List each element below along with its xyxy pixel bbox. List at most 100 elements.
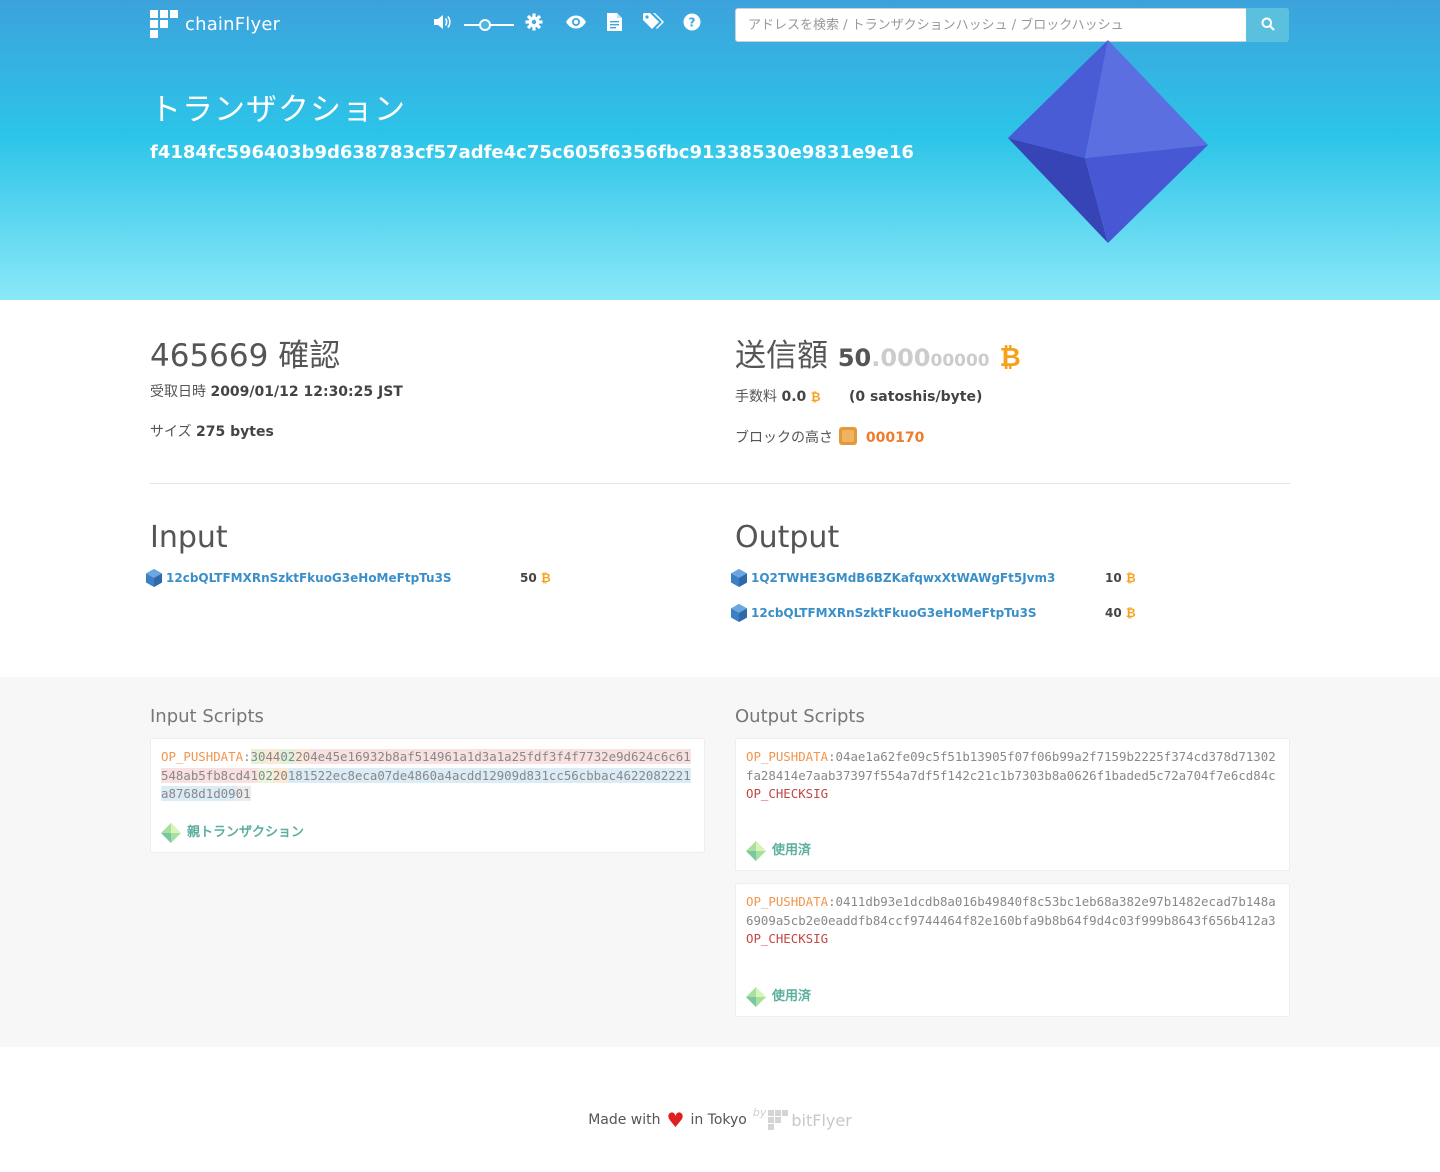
output-script-text: OP_PUSHDATA:0411db93e1dcdb8a016b49840f8c… bbox=[746, 894, 1276, 928]
top-navbar: chainFlyer ? bbox=[0, 0, 1440, 50]
parent-transaction-link[interactable]: 親トランザクション bbox=[161, 823, 304, 843]
input-title: Input bbox=[150, 520, 228, 555]
spent-link[interactable]: 使用済 bbox=[746, 841, 811, 861]
script-part: 20 bbox=[295, 749, 311, 764]
output-value: 10 ₿ bbox=[1105, 571, 1136, 585]
output-title: Output bbox=[735, 520, 840, 555]
spent-link[interactable]: 使用済 bbox=[746, 987, 811, 1007]
footer: Made with ♥ in Tokyo by bitFlyer bbox=[0, 1105, 1440, 1135]
input-script-card: OP_PUSHDATA:304402204e45e16932b8af514961… bbox=[150, 738, 705, 853]
op-checksig: OP_CHECKSIG bbox=[746, 786, 829, 801]
output-value-amount: 40 bbox=[1105, 606, 1122, 620]
bitcoin-icon: ₿ bbox=[1125, 606, 1136, 620]
received-time-row: 受取日時 2009/01/12 12:30:25 JST bbox=[150, 382, 710, 402]
output-value: 40 ₿ bbox=[1105, 606, 1136, 620]
confirmations-count: 465669 bbox=[150, 338, 269, 374]
svg-text:?: ? bbox=[689, 16, 696, 30]
document-icon[interactable] bbox=[604, 13, 624, 37]
transaction-hash: f4184fc596403b9d638783cf57adfe4c75c605f6… bbox=[150, 142, 914, 163]
script-part: 02 bbox=[257, 767, 273, 783]
bitcoin-icon: ₿ bbox=[540, 571, 551, 585]
op-pushdata: OP_PUSHDATA bbox=[161, 749, 244, 764]
amount-label: 送信額 bbox=[735, 338, 828, 374]
chainflyer-logo-icon bbox=[150, 10, 178, 38]
address-hex-icon bbox=[731, 604, 747, 622]
bitflyer-brand: bitFlyer bbox=[791, 1110, 852, 1130]
spent-label: 使用済 bbox=[772, 988, 812, 1004]
output-script-text: OP_PUSHDATA:04ae1a62fe09c5f51b13905f07f0… bbox=[746, 749, 1276, 783]
script-part: 44 bbox=[265, 749, 281, 764]
amount-decimal-primary: .000 bbox=[871, 344, 931, 372]
output-row: 12cbQLTFMXRnSzktFkuoG3eHoMeFtpTu3S bbox=[731, 603, 1037, 623]
fee-label: 手数料 bbox=[735, 389, 777, 405]
amount-decimal-secondary: 00000 bbox=[930, 351, 990, 371]
size-value: 275 bytes bbox=[196, 424, 274, 440]
logo[interactable]: chainFlyer bbox=[150, 10, 280, 38]
eye-icon[interactable] bbox=[564, 13, 588, 37]
amount-heading: 送信額 50.00000000 ₿ bbox=[735, 330, 1290, 387]
amount-integer: 50 bbox=[837, 344, 872, 372]
block-height-link[interactable]: 000170 bbox=[866, 430, 924, 446]
page-title: トランザクション bbox=[150, 92, 406, 128]
block-height-label: ブロックの高さ bbox=[735, 430, 833, 446]
gem-icon bbox=[746, 987, 766, 1007]
help-icon[interactable]: ? bbox=[682, 13, 702, 37]
bitcoin-icon: ₿ bbox=[810, 390, 821, 404]
size-label: サイズ bbox=[150, 424, 192, 440]
script-part: 02 bbox=[280, 749, 296, 764]
output-scripts-title: Output Scripts bbox=[735, 706, 865, 727]
gem-icon bbox=[746, 841, 766, 861]
scripts-section: Input Scripts Output Scripts OP_PUSHDATA… bbox=[0, 677, 1440, 1047]
block-icon bbox=[839, 427, 858, 445]
bitflyer-logo-icon bbox=[768, 1110, 789, 1130]
input-value-amount: 50 bbox=[520, 571, 537, 585]
bitcoin-icon: ₿ bbox=[1125, 571, 1136, 585]
block-height-row: ブロックの高さ 000170 bbox=[735, 427, 1290, 447]
bitflyer-logo[interactable]: by bitFlyer bbox=[753, 1106, 852, 1130]
output-value-amount: 10 bbox=[1105, 571, 1122, 585]
output-script-card: OP_PUSHDATA:04ae1a62fe09c5f51b13905f07f0… bbox=[735, 738, 1290, 871]
output-script-card: OP_PUSHDATA:0411db93e1dcdb8a016b49840f8c… bbox=[735, 883, 1290, 1017]
search-button[interactable] bbox=[1246, 8, 1289, 42]
fee-value: 0.0 bbox=[781, 389, 807, 405]
confirmations-heading: 465669 確認 bbox=[150, 330, 710, 382]
address-hex-icon bbox=[731, 569, 747, 587]
in-tokyo-text: in Tokyo bbox=[690, 1112, 747, 1128]
hero-banner: chainFlyer ? アドレスを検索 / トランザクションハッシュ / ブロ… bbox=[0, 0, 1440, 300]
volume-slider[interactable] bbox=[464, 13, 514, 37]
by-text: by bbox=[752, 1105, 767, 1119]
input-address-link[interactable]: 12cbQLTFMXRnSzktFkuoG3eHoMeFtpTu3S bbox=[166, 571, 452, 585]
fee-row: 手数料 0.0 ₿ (0 satoshis/byte) bbox=[735, 387, 1290, 407]
op-pushdata: OP_PUSHDATA bbox=[746, 749, 829, 764]
summary-left: 465669 確認 受取日時 2009/01/12 12:30:25 JST サ… bbox=[150, 330, 710, 442]
output-row: 1Q2TWHE3GMdB6BZKafqwxXtWAWgFt5Jvm3 bbox=[731, 568, 1055, 588]
toolbar: ? bbox=[430, 13, 702, 37]
octahedron-illustration bbox=[1008, 40, 1208, 243]
fee-rate: (0 satoshis/byte) bbox=[848, 389, 983, 405]
address-hex-icon bbox=[146, 569, 162, 587]
confirmations-label: 確認 bbox=[278, 338, 341, 374]
op-pushdata: OP_PUSHDATA bbox=[746, 894, 829, 909]
spent-label: 使用済 bbox=[772, 842, 812, 858]
input-scripts-title: Input Scripts bbox=[150, 706, 264, 727]
received-label: 受取日時 bbox=[150, 384, 206, 400]
heart-icon: ♥ bbox=[666, 1108, 685, 1132]
search-input[interactable] bbox=[735, 8, 1246, 42]
app-name: chainFlyer bbox=[185, 13, 281, 35]
size-row: サイズ 275 bytes bbox=[150, 422, 710, 442]
search-bar bbox=[735, 8, 1289, 42]
gear-icon[interactable] bbox=[524, 13, 544, 37]
made-with-text: Made with bbox=[588, 1112, 661, 1128]
volume-icon[interactable] bbox=[430, 13, 454, 37]
script-part: 30 bbox=[250, 749, 266, 764]
parent-transaction-label: 親トランザクション bbox=[187, 824, 305, 840]
input-row: 12cbQLTFMXRnSzktFkuoG3eHoMeFtpTu3S bbox=[146, 568, 452, 588]
section-divider bbox=[150, 483, 1290, 484]
bitcoin-icon: ₿ bbox=[999, 343, 1021, 373]
output-address-link[interactable]: 12cbQLTFMXRnSzktFkuoG3eHoMeFtpTu3S bbox=[751, 606, 1037, 620]
output-address-link[interactable]: 1Q2TWHE3GMdB6BZKafqwxXtWAWgFt5Jvm3 bbox=[751, 571, 1055, 585]
script-part: 20 bbox=[272, 767, 288, 783]
op-checksig: OP_CHECKSIG bbox=[746, 931, 829, 946]
input-script-text: OP_PUSHDATA:304402204e45e16932b8af514961… bbox=[161, 749, 691, 801]
tags-icon[interactable] bbox=[642, 13, 666, 37]
